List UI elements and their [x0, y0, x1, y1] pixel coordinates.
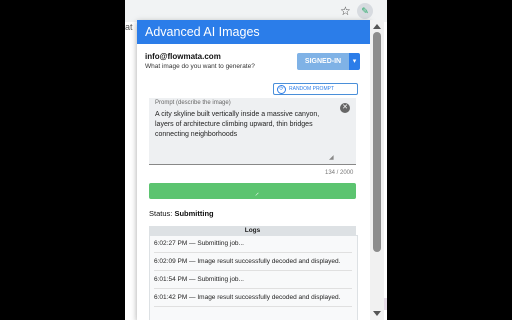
logs-list: 6:02:27 PM — Submitting job... 6:02:09 P… — [149, 235, 358, 320]
scroll-thumb[interactable] — [373, 32, 381, 252]
log-entry: 6:01:54 PM — Submitting job... — [154, 276, 244, 283]
resize-handle-icon[interactable]: ◢ — [329, 154, 334, 161]
log-divider — [154, 306, 352, 307]
random-prompt-button[interactable]: ⟳ RANDOM PROMPT — [273, 83, 358, 95]
log-entry: 6:01:42 PM — Image result successfully d… — [154, 294, 341, 301]
signin-control: SIGNED-IN ▾ — [297, 53, 360, 70]
scroll-down-icon[interactable] — [373, 311, 381, 316]
extension-icon[interactable]: ✎ — [357, 3, 373, 19]
prompt-label: Prompt (describe the image) — [155, 100, 231, 106]
random-icon: ⟳ — [277, 84, 286, 94]
random-prompt-label: RANDOM PROMPT — [289, 86, 334, 92]
clear-icon[interactable]: ✕ — [340, 103, 350, 113]
char-counter: 134 / 2000 — [325, 170, 354, 176]
prompt-textarea[interactable]: Prompt (describe the image) A city skyli… — [149, 98, 356, 165]
prompt-value[interactable]: A city skyline built vertically inside a… — [155, 110, 335, 140]
background-text: at — [125, 22, 133, 32]
scroll-up-icon[interactable] — [373, 24, 381, 29]
status-label: Status: — [149, 209, 173, 218]
status-line: Status: Submitting — [149, 209, 214, 218]
log-divider — [154, 252, 352, 253]
log-entry: 6:02:27 PM — Submitting job... — [154, 240, 244, 247]
chevron-down-icon[interactable]: ▾ — [349, 53, 360, 70]
popup-scrollbar[interactable] — [370, 20, 384, 320]
generate-progress-bar[interactable]: ⸝ — [149, 183, 356, 199]
popup-header: Advanced AI Images — [137, 20, 370, 44]
browser-toolbar: ☆ ✎ — [125, 0, 387, 22]
status-value: Submitting — [174, 209, 214, 218]
bookmark-star-icon[interactable]: ☆ — [340, 4, 351, 18]
logs-header: Logs — [149, 226, 356, 235]
signed-in-button[interactable]: SIGNED-IN — [297, 53, 349, 70]
log-entry: 6:02:09 PM — Image result successfully d… — [154, 258, 341, 265]
extension-popup: Advanced AI Images info@flowmata.com Wha… — [137, 20, 370, 320]
spinner-icon: ⸝ — [255, 188, 259, 197]
log-divider — [154, 288, 352, 289]
user-email: info@flowmata.com — [145, 52, 221, 61]
prompt-instruction: What image do you want to generate? — [145, 63, 255, 70]
log-divider — [154, 270, 352, 271]
